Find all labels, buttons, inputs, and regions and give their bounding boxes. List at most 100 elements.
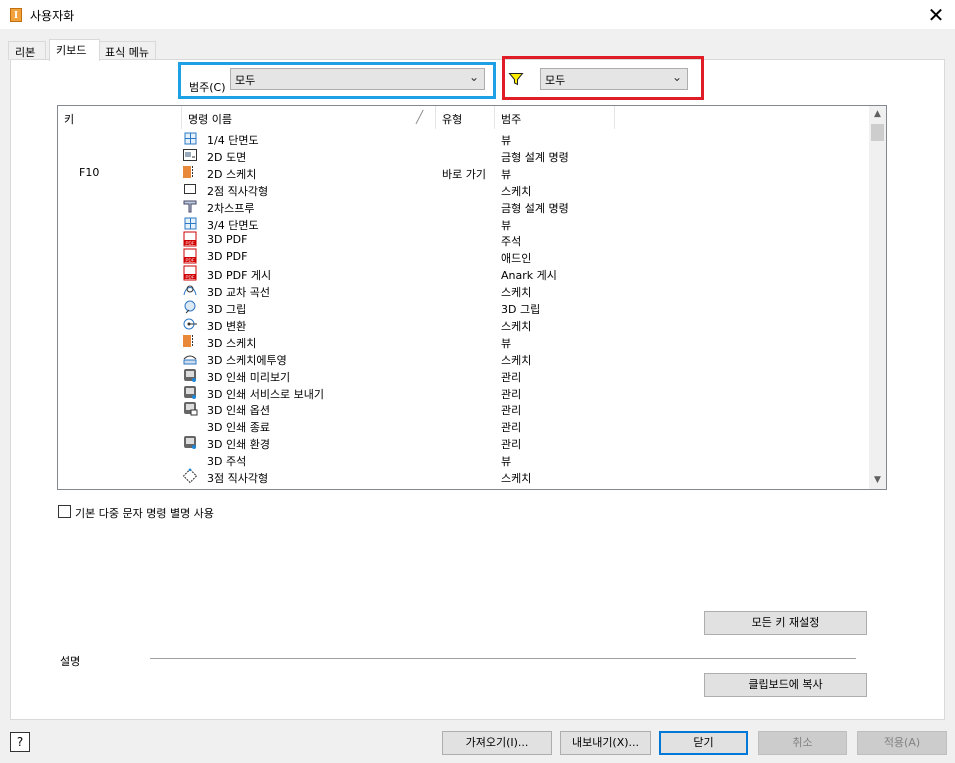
- svg-text:PDF: PDF: [186, 258, 195, 263]
- table-row[interactable]: 2점 직사각형 스케치: [58, 181, 869, 198]
- cell-command: 3D 스케치: [207, 336, 257, 350]
- table-row[interactable]: PDF 3D PDF 주석: [58, 231, 869, 248]
- cell-command: 3D 스케치에투영: [207, 353, 287, 367]
- table-row[interactable]: 3D 그립 3D 그립: [58, 299, 869, 316]
- cell-command: 3D 변환: [207, 319, 247, 333]
- cell-command: 3D PDF: [207, 233, 248, 247]
- drawing-icon: [182, 147, 199, 163]
- cell-category: 금형 설계 명령: [501, 150, 569, 164]
- print-icon: [182, 434, 199, 450]
- column-header-type[interactable]: 유형: [436, 106, 495, 129]
- scroll-thumb[interactable]: [871, 124, 884, 141]
- cell-category: 스케치: [501, 472, 532, 485]
- close-window-button[interactable]: ✕: [923, 2, 949, 28]
- cell-command: 3D 교차 곡선: [207, 286, 270, 300]
- table-row[interactable]: PDF 3D PDF 게시 Anark 게시: [58, 265, 869, 282]
- multi-char-alias-label: 기본 다중 문자 명령 별명 사용: [75, 507, 214, 520]
- cell-category: 관리: [501, 421, 522, 435]
- export-button[interactable]: 내보내기(X)...: [560, 731, 651, 755]
- cell-command: 3/4 단면도: [207, 218, 259, 232]
- cell-category: 뷰: [501, 336, 512, 350]
- section-view-icon: [182, 215, 199, 231]
- sprue-icon: [182, 198, 199, 214]
- title-bar: I 사용자화 ✕: [0, 0, 955, 30]
- chevron-down-icon: ⌄: [671, 70, 682, 84]
- table-row[interactable]: 3D 인쇄 서비스로 보내기 관리: [58, 384, 869, 401]
- command-list[interactable]: 키 명령 이름 ╱ 유형 범주 1/4 단면도 뷰 2D 도면 금형 설계 명령 F10…: [57, 105, 887, 490]
- column-header-key[interactable]: 키: [58, 106, 182, 129]
- cell-command: 3D 인쇄 환경: [207, 438, 270, 452]
- column-header-category[interactable]: 범주: [495, 106, 615, 129]
- tab-keyboard[interactable]: 키보드: [49, 39, 100, 61]
- chevron-down-icon: ⌄: [468, 70, 479, 84]
- cell-command: 3D PDF: [207, 250, 248, 264]
- cell-category: 관리: [501, 438, 522, 452]
- cell-command: 3D 인쇄 종료: [207, 421, 270, 435]
- cell-command: 3D 주석: [207, 455, 247, 469]
- tab-marking-menu[interactable]: 표식 메뉴: [98, 41, 156, 60]
- import-button[interactable]: 가져오기(I)...: [442, 731, 552, 755]
- pdf-icon: PDF: [182, 265, 199, 281]
- vertical-scrollbar[interactable]: ▲ ▼: [869, 106, 886, 489]
- intersection-curve-icon: [182, 282, 199, 298]
- cell-command: 2점 직사각형: [207, 184, 269, 198]
- scroll-down-icon[interactable]: ▼: [869, 472, 886, 489]
- table-row[interactable]: 1/4 단면도 뷰: [58, 130, 869, 147]
- cell-category: 관리: [501, 404, 522, 418]
- table-row[interactable]: 3D 인쇄 환경 관리: [58, 434, 869, 451]
- reset-all-keys-button[interactable]: 모든 키 재설정: [704, 611, 867, 635]
- rectangle-icon: [182, 181, 199, 197]
- cell-category: 스케치: [501, 286, 532, 300]
- print-options-icon: [182, 400, 199, 416]
- cell-command: 3D 인쇄 옵션: [207, 404, 270, 418]
- table-row[interactable]: 3D 스케치에투영 스케치: [58, 350, 869, 367]
- table-row[interactable]: 2D 도면 금형 설계 명령: [58, 147, 869, 164]
- table-row[interactable]: 3D 인쇄 미리보기 관리: [58, 367, 869, 384]
- close-button[interactable]: 닫기: [659, 731, 748, 755]
- table-row[interactable]: 3/4 단면도 뷰: [58, 215, 869, 232]
- cell-category: 3D 그립: [501, 303, 541, 316]
- cell-type: 바로 가기: [442, 167, 486, 181]
- table-row[interactable]: F10 2D 스케치 바로 가기 뷰: [58, 164, 869, 181]
- description-divider: [150, 658, 856, 659]
- table-row[interactable]: 3D 인쇄 종료 관리: [58, 417, 869, 434]
- cell-category: 관리: [501, 370, 522, 384]
- cell-category: 스케치: [501, 353, 532, 367]
- cell-command: 3D 인쇄 서비스로 보내기: [207, 387, 325, 401]
- cancel-button[interactable]: 취소: [758, 731, 847, 755]
- table-row[interactable]: 3D 교차 곡선 스케치: [58, 282, 869, 299]
- cell-category: 관리: [501, 387, 522, 401]
- table-row[interactable]: PDF 3D PDF 애드인: [58, 248, 869, 265]
- cell-category: Anark 게시: [501, 269, 557, 283]
- sketch-icon: [182, 333, 199, 349]
- print-icon: [182, 367, 199, 383]
- apply-button[interactable]: 적용(A): [857, 731, 947, 755]
- category-dropdown[interactable]: 모두 ⌄: [230, 68, 485, 90]
- three-point-rectangle-icon: [182, 468, 199, 484]
- type-filter-dropdown[interactable]: 모두 ⌄: [540, 68, 688, 90]
- multi-char-alias-checkbox[interactable]: [58, 505, 71, 518]
- table-row[interactable]: 3D 변환 스케치: [58, 316, 869, 333]
- pdf-icon: PDF: [182, 231, 199, 247]
- cell-category: 애드인: [501, 252, 532, 266]
- cell-key: F10: [79, 165, 100, 179]
- cell-category: 주석: [501, 235, 522, 249]
- help-icon[interactable]: ?: [10, 732, 30, 752]
- pdf-icon: PDF: [182, 248, 199, 264]
- project-icon: [182, 350, 199, 366]
- cell-category: 뷰: [501, 455, 512, 469]
- type-filter-dropdown-value: 모두: [545, 74, 566, 87]
- table-row[interactable]: 3D 인쇄 옵션 관리: [58, 400, 869, 417]
- table-row[interactable]: 2차스프루 금형 설계 명령: [58, 198, 869, 215]
- table-row[interactable]: 3점 직사각형 스케치: [58, 468, 869, 485]
- scroll-up-icon[interactable]: ▲: [869, 106, 886, 123]
- table-row[interactable]: 3D 주석 뷰: [58, 451, 869, 468]
- copy-to-clipboard-button[interactable]: 클립보드에 복사: [704, 673, 867, 697]
- tab-ribbon[interactable]: 리본: [8, 41, 46, 60]
- cell-category: 뷰: [501, 167, 512, 181]
- grip-icon: [182, 299, 199, 315]
- cell-command: 3점 직사각형: [207, 472, 269, 485]
- column-header-command[interactable]: 명령 이름: [182, 106, 436, 129]
- print-icon: [182, 384, 199, 400]
- table-row[interactable]: 3D 스케치 뷰: [58, 333, 869, 350]
